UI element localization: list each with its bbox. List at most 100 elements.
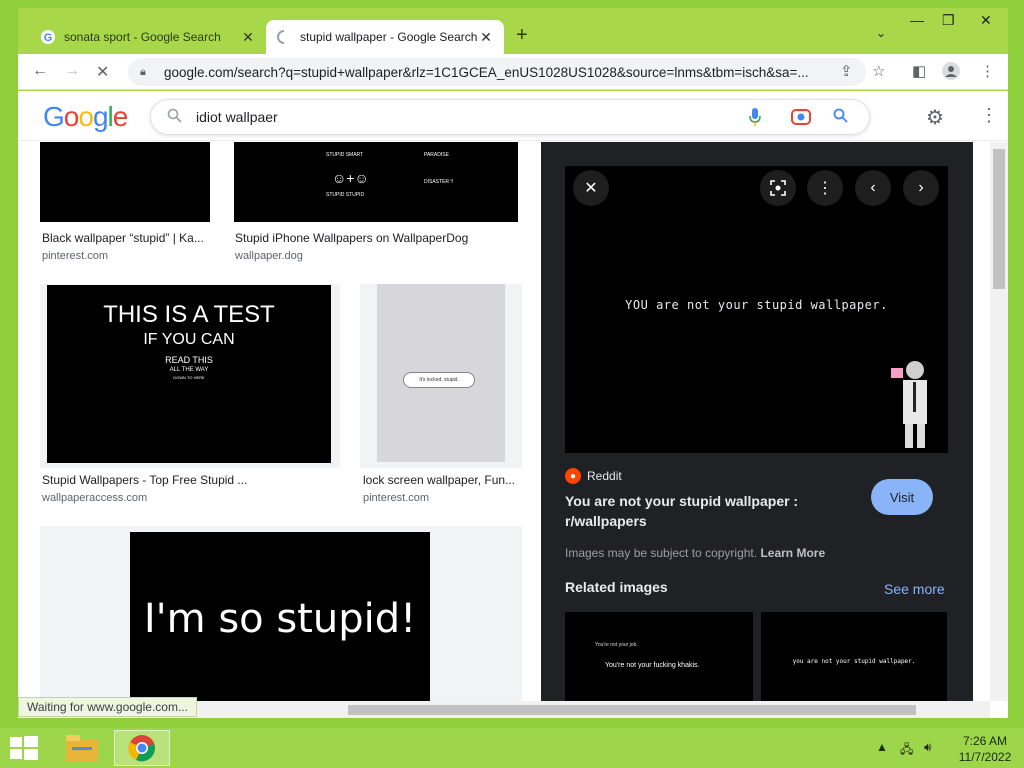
google-apps-grid-icon[interactable]: ⋮ xyxy=(980,105,998,126)
result-thumbnail[interactable]: STUPID SMART PARADISE ☺+☺ STUPID STUPID … xyxy=(234,142,518,222)
figures-icon: ☺+☺ xyxy=(332,170,369,186)
result-title[interactable]: Black wallpaper “stupid” | Ka... xyxy=(42,231,210,245)
learn-more-link[interactable]: Learn More xyxy=(760,546,825,560)
volume-icon[interactable]: 🔊︎ xyxy=(924,740,932,755)
maximize-button[interactable]: ❐ xyxy=(942,12,955,29)
tab-stupid-wallpaper[interactable]: stupid wallpaper - Google Search ✕ xyxy=(266,20,504,54)
search-box[interactable]: idiot wallpaer xyxy=(150,99,870,135)
tab-sonata-sport[interactable]: G sonata sport - Google Search ✕ xyxy=(30,20,266,54)
google-favicon-icon: G xyxy=(40,29,56,45)
thumbnail-text: IF YOU CAN xyxy=(143,331,235,348)
google-logo[interactable]: Google xyxy=(43,101,128,133)
copyright-text: Images may be subject to copyright. xyxy=(565,546,758,560)
result-title[interactable]: lock screen wallpaper, Fun... xyxy=(363,473,523,487)
network-icon[interactable]: 🖧︎ xyxy=(900,740,913,761)
forward-arrow-icon[interactable]: → xyxy=(64,62,80,80)
result-thumbnail[interactable]: THIS IS A TEST IF YOU CAN READ THIS ALL … xyxy=(47,285,331,463)
title-bar: G sonata sport - Google Search ✕ stupid … xyxy=(18,8,1008,54)
thumbnail-text: I'm so stupid! xyxy=(143,596,417,642)
thumbnail-text: you are not your stupid wallpaper. xyxy=(792,658,916,665)
result-title[interactable]: Stupid Wallpapers - Top Free Stupid ... xyxy=(42,473,332,487)
share-icon[interactable]: ⇪ xyxy=(840,62,853,80)
thumbnail-text: READ THIS xyxy=(165,355,213,365)
browser-toolbar: ← → ✕ 🔒︎ google.com/search?q=stupid+wall… xyxy=(18,54,1008,90)
result-source: pinterest.com xyxy=(363,492,430,504)
image-preview-panel: YOU are not your stupid wallpaper. ✕ ⋮ ‹… xyxy=(541,142,973,718)
speech-bubble-text: It's locked, stupid. xyxy=(403,372,475,388)
search-input[interactable]: idiot wallpaer xyxy=(196,109,869,125)
result-title[interactable]: Stupid iPhone Wallpapers on WallpaperDog xyxy=(235,231,520,245)
reddit-icon: ● xyxy=(565,468,581,484)
person-figure-icon xyxy=(887,356,943,448)
browser-window: G sonata sport - Google Search ✕ stupid … xyxy=(18,8,1008,718)
settings-gear-icon[interactable]: ⚙ xyxy=(926,105,944,130)
loading-spinner-icon xyxy=(276,29,292,45)
copyright-notice: Images may be subject to copyright. Lear… xyxy=(565,546,825,560)
voice-search-mic-icon[interactable] xyxy=(749,108,761,131)
tab-close-icon[interactable]: ✕ xyxy=(240,29,256,46)
file-explorer-icon[interactable] xyxy=(54,730,110,766)
side-panel-icon[interactable]: ◧ xyxy=(912,62,926,80)
thumbnail-text: THIS IS A TEST xyxy=(103,301,275,328)
bookmark-star-icon[interactable]: ☆ xyxy=(872,62,885,80)
image-results-grid: Black wallpaper “stupid” | Ka... pintere… xyxy=(18,142,541,718)
google-header: Google idiot wallpaer ⚙ ⋮ xyxy=(18,91,1008,141)
taskbar: ▲ 🖧︎ 🔊︎ 7:26 AM 11/7/2022 xyxy=(0,728,1024,768)
result-thumbnail[interactable] xyxy=(40,142,210,222)
lock-icon: 🔒︎ xyxy=(140,65,146,78)
tab-search-chevron-icon[interactable]: ⌄ xyxy=(876,26,886,40)
result-thumbnail[interactable]: I'm so stupid! xyxy=(130,532,430,718)
page-content: Google idiot wallpaer ⚙ ⋮ Black wallpape… xyxy=(18,91,1008,718)
thumbnail-text: DOWN TO HERE xyxy=(173,375,205,380)
new-tab-button[interactable]: + xyxy=(516,24,528,47)
thumbnail-text: ALL THE WAY xyxy=(169,367,209,373)
result-thumbnail[interactable]: It's locked, stupid. xyxy=(377,284,505,462)
search-icon xyxy=(167,108,182,126)
see-more-link[interactable]: See more xyxy=(884,581,945,597)
close-window-button[interactable]: ✕ xyxy=(980,12,992,29)
preview-source-name: Reddit xyxy=(587,469,622,483)
clock-date: 11/7/2022 xyxy=(958,750,1012,764)
profile-avatar-icon[interactable] xyxy=(942,62,960,84)
minimize-button[interactable]: — xyxy=(910,12,924,28)
thumbnail-text: STUPID STUPID xyxy=(326,192,365,198)
preview-title[interactable]: You are not your stupid wallpaper : r/wa… xyxy=(565,491,845,531)
more-options-button[interactable]: ⋮ xyxy=(807,170,843,206)
system-clock[interactable]: 7:26 AM 11/7/2022 xyxy=(950,733,1020,765)
tab-title: sonata sport - Google Search xyxy=(64,30,221,44)
clock-time: 7:26 AM xyxy=(962,734,1008,748)
thumbnail-text: You're not your fucking khakis. xyxy=(605,662,700,669)
thumbnail-text: PARADISE xyxy=(424,152,449,158)
result-source: wallpaper.dog xyxy=(235,250,303,262)
preview-image-text: YOU are not your stupid wallpaper. xyxy=(625,298,888,312)
vertical-scroll-thumb[interactable] xyxy=(993,149,1005,289)
chrome-taskbar-icon[interactable] xyxy=(114,730,170,766)
preview-source[interactable]: ● Reddit xyxy=(565,468,622,484)
status-bubble: Waiting for www.google.com... xyxy=(18,697,197,717)
tab-title: stupid wallpaper - Google Search xyxy=(300,30,478,44)
lens-search-button[interactable] xyxy=(760,170,796,206)
thumbnail-text: You're not your job. xyxy=(595,642,638,648)
preview-image[interactable]: YOU are not your stupid wallpaper. xyxy=(565,166,948,453)
search-submit-icon[interactable] xyxy=(833,108,848,128)
camera-lens-icon[interactable] xyxy=(791,108,811,131)
close-preview-button[interactable]: ✕ xyxy=(573,170,609,206)
previous-image-button[interactable]: ‹ xyxy=(855,170,891,206)
thumbnail-text: STUPID SMART xyxy=(326,152,364,158)
chrome-menu-icon[interactable]: ⋮ xyxy=(980,62,995,80)
tray-chevron-icon[interactable]: ▲ xyxy=(876,740,888,754)
related-images-heading: Related images xyxy=(565,579,668,595)
stop-loading-icon[interactable]: ✕ xyxy=(96,62,109,82)
address-url: google.com/search?q=stupid+wallpaper&rlz… xyxy=(164,64,809,80)
visit-button[interactable]: Visit xyxy=(871,479,933,515)
thumbnail-text: DISASTER !! xyxy=(424,179,454,185)
windows-start-icon[interactable] xyxy=(10,736,38,760)
result-source: wallpaperaccess.com xyxy=(42,492,148,504)
next-image-button[interactable]: › xyxy=(903,170,939,206)
address-bar[interactable]: 🔒︎ google.com/search?q=stupid+wallpaper&… xyxy=(128,58,866,86)
svg-text:G: G xyxy=(44,32,53,44)
tab-close-icon[interactable]: ✕ xyxy=(478,29,494,46)
horizontal-scroll-thumb[interactable] xyxy=(348,705,916,715)
back-arrow-icon[interactable]: ← xyxy=(32,62,48,80)
result-source: pinterest.com xyxy=(42,250,109,262)
